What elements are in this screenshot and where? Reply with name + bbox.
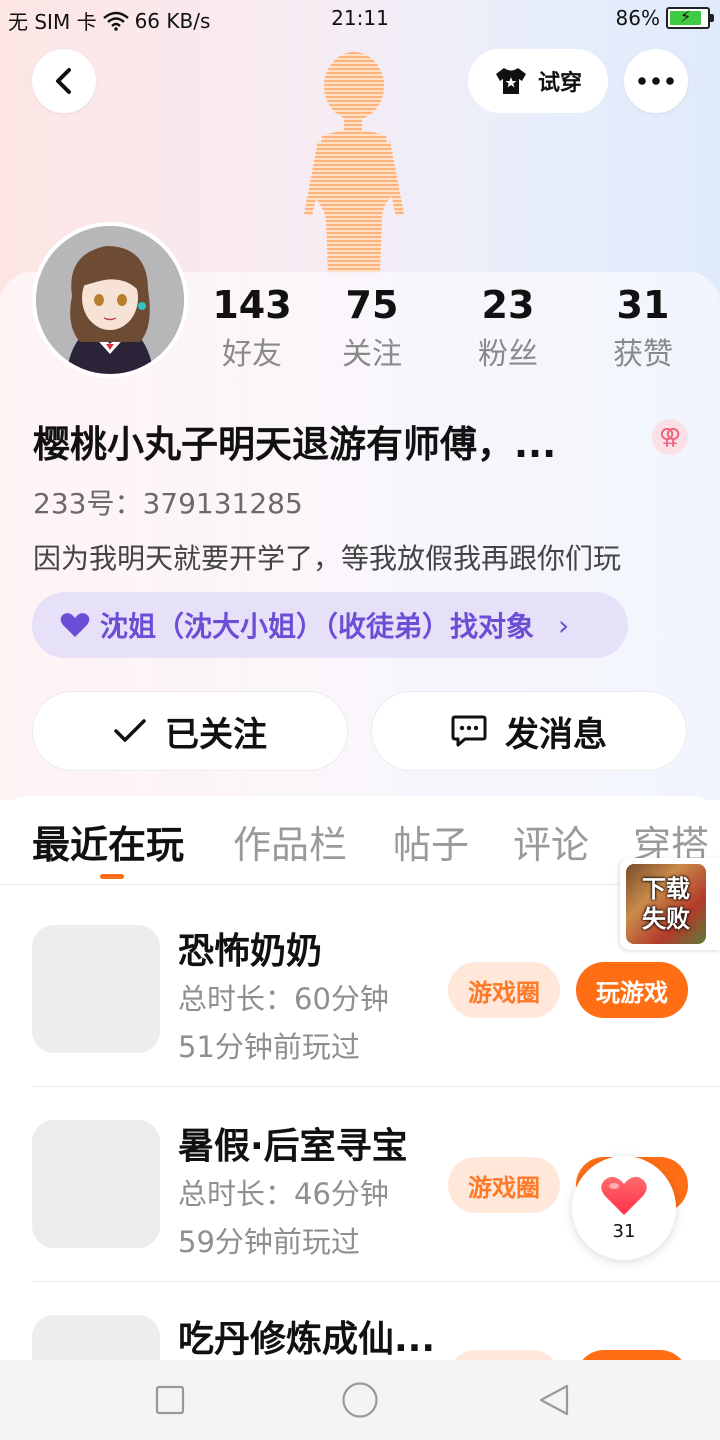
heart-icon [601, 1176, 647, 1215]
relation-text: 沈姐（沈大小姐）（收徒弟）找对象 [100, 610, 535, 643]
square-icon [155, 1385, 185, 1415]
stat-label: 好友 [222, 337, 282, 372]
profile-uid: 233号：379131285 [33, 487, 303, 520]
tab-works[interactable]: 作品栏 [233, 814, 347, 869]
stat-value: 75 [345, 283, 399, 327]
nav-back-button[interactable] [534, 1380, 574, 1420]
active-tab-indicator [100, 874, 124, 879]
chat-bubble-icon [451, 715, 487, 747]
list-item[interactable]: 吃丹修炼成仙... [0, 1274, 720, 1360]
stat-value: 23 [481, 283, 535, 327]
game-thumbnail[interactable] [32, 925, 160, 1053]
stat-likes[interactable]: 31 获赞 [583, 283, 703, 383]
game-thumbnail[interactable] [32, 1120, 160, 1248]
send-message-label: 发消息 [505, 714, 607, 755]
game-duration: 总时长：60分钟 [178, 982, 389, 1016]
like-count: 31 [612, 1220, 636, 1242]
heart-icon [60, 613, 90, 637]
avatar-character-image [36, 226, 184, 374]
circle-icon [342, 1382, 378, 1418]
home-button[interactable] [340, 1380, 380, 1420]
profile-bio: 因为我明天就要开学了，等我放假我再跟你们玩 [33, 542, 622, 575]
more-button[interactable] [624, 49, 688, 113]
stat-label: 粉丝 [478, 337, 538, 372]
stat-label: 关注 [342, 337, 402, 372]
game-thumbnail[interactable] [32, 1315, 160, 1360]
back-button[interactable] [32, 49, 96, 113]
game-last-played: 59分钟前玩过 [178, 1225, 360, 1259]
chevron-left-icon [56, 68, 71, 94]
triangle-back-icon [539, 1384, 569, 1416]
profile-tabs: 最近在玩 作品栏 帖子 评论 穿搭 [0, 796, 720, 885]
play-game-button[interactable] [576, 1350, 688, 1360]
profile-name: 樱桃小丸子明天退游有师傅，... [33, 423, 557, 466]
status-bar: 无 SIM 卡 66 KB/s 21:11 86% ⚡ [0, 0, 720, 38]
female-icon: ⚢ [652, 419, 688, 455]
send-message-button[interactable]: 发消息 [371, 691, 687, 771]
game-title: 暑假·后室寻宝 [178, 1126, 408, 1167]
game-title: 吃丹修炼成仙... [178, 1319, 436, 1360]
system-nav-bar [0, 1360, 720, 1440]
list-item[interactable]: 恐怖奶奶 总时长：60分钟 51分钟前玩过 游戏圈 玩游戏 [0, 884, 720, 1079]
stat-fans[interactable]: 23 粉丝 [448, 283, 568, 383]
stat-label: 获赞 [613, 337, 673, 372]
stat-value: 31 [616, 283, 670, 327]
stat-friends[interactable]: 143 好友 [192, 283, 312, 383]
followed-button[interactable]: 已关注 [32, 691, 348, 771]
clock: 21:11 [331, 6, 389, 30]
tab-posts[interactable]: 帖子 [393, 814, 469, 869]
tshirt-icon [495, 68, 526, 94]
avatar[interactable] [32, 222, 188, 378]
game-title: 恐怖奶奶 [178, 931, 323, 972]
tab-recently-played[interactable]: 最近在玩 [32, 814, 184, 869]
try-on-button[interactable]: 试穿 [468, 49, 608, 113]
followed-label: 已关注 [165, 714, 267, 755]
game-circle-button[interactable]: 游戏圈 [448, 1157, 560, 1213]
play-game-button[interactable]: 玩游戏 [576, 962, 688, 1018]
stat-value: 143 [212, 283, 292, 327]
chevron-right-icon: › [558, 608, 570, 642]
check-icon [114, 719, 146, 742]
game-circle-button[interactable]: 游戏圈 [448, 962, 560, 1018]
battery-percent: 86% [615, 6, 660, 30]
tab-comments[interactable]: 评论 [513, 814, 589, 869]
avatar-figure-illustration [304, 52, 404, 274]
game-last-played: 51分钟前玩过 [178, 1030, 360, 1064]
battery-icon: ⚡ [666, 7, 714, 29]
game-duration: 总时长：46分钟 [178, 1177, 389, 1211]
relation-badge[interactable]: 沈姐（沈大小姐）（收徒弟）找对象 › [32, 592, 628, 658]
stats-row: 143 好友 75 关注 23 粉丝 31 获赞 [180, 283, 720, 383]
stat-following[interactable]: 75 关注 [312, 283, 432, 383]
game-circle-button[interactable] [448, 1350, 560, 1360]
recents-button[interactable] [150, 1380, 190, 1420]
try-on-label: 试穿 [537, 71, 582, 96]
like-float-button[interactable]: 31 [572, 1156, 676, 1260]
more-dots-icon [638, 77, 674, 85]
